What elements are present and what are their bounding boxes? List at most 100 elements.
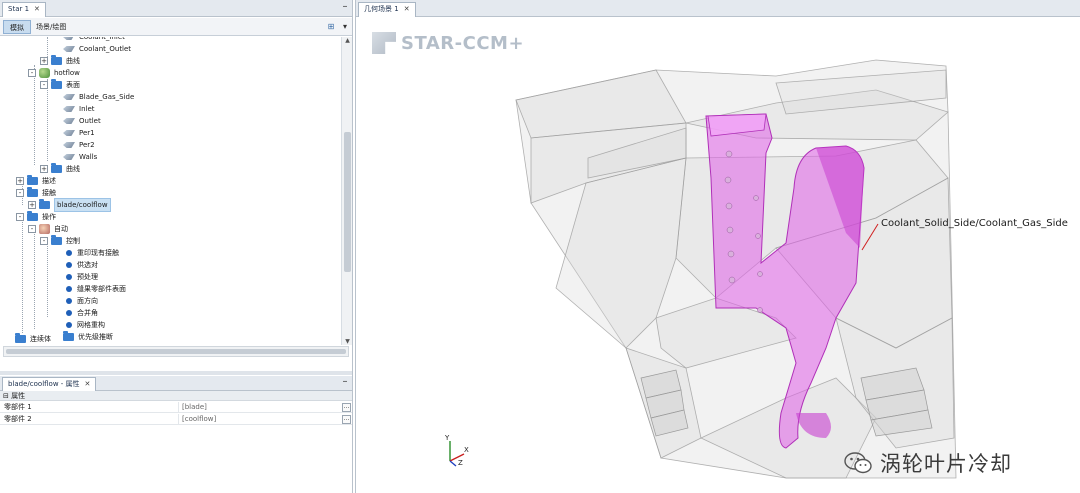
- collapse-icon[interactable]: -: [16, 189, 24, 197]
- tree-item[interactable]: 连续体: [4, 333, 51, 343]
- collapse-icon[interactable]: -: [40, 237, 48, 245]
- minimize-icon[interactable]: –: [339, 1, 351, 15]
- scrollbar-thumb[interactable]: [344, 132, 351, 272]
- subtab-simulation[interactable]: 模拟: [3, 20, 31, 34]
- tree-item-label: 预处理: [77, 273, 98, 281]
- ellipsis-button[interactable]: …: [342, 415, 351, 424]
- tree-item[interactable]: 网格重构: [52, 319, 105, 331]
- properties-section[interactable]: ⊟ 属性: [0, 391, 352, 401]
- folder-icon: [51, 163, 62, 173]
- tree-item[interactable]: 面方向: [52, 295, 98, 307]
- tree-item-label: 网格重构: [77, 321, 105, 329]
- expand-icon[interactable]: +: [16, 177, 24, 185]
- section-label: 属性: [11, 392, 26, 400]
- ellipsis-button[interactable]: …: [342, 403, 351, 412]
- tree-item-label: Per1: [79, 129, 95, 137]
- watermark: 涡轮叶片冷却: [844, 448, 1012, 478]
- tree-item[interactable]: Per2: [52, 139, 95, 151]
- surface-icon: [63, 142, 75, 148]
- tree-item-label: 连续体: [30, 335, 51, 343]
- tree-item-label: 面方向: [77, 297, 98, 305]
- tab-star1[interactable]: Star 1 ✕: [2, 2, 46, 17]
- tree-item[interactable]: - hotflow: [28, 67, 80, 79]
- surface-icon: [63, 106, 75, 112]
- collapse-icon[interactable]: -: [40, 81, 48, 89]
- tree-item-label: blade/coolflow: [54, 198, 111, 212]
- expand-icon[interactable]: +: [40, 165, 48, 173]
- axis-y-label: Y: [444, 434, 450, 442]
- tree-view-icon[interactable]: ⊞: [324, 20, 338, 34]
- folder-icon: [51, 55, 62, 65]
- property-value[interactable]: [coolflow]: [178, 414, 341, 425]
- simulation-tree: Coolant_Inlet Coolant_Outlet + 曲线 - hotflow - 表…: [0, 37, 340, 343]
- close-icon[interactable]: ✕: [85, 380, 91, 388]
- properties-panel: blade/coolflow - 属性 ✕ – ⊟ 属性 零部件 1 [blade…: [0, 376, 352, 493]
- tree-item[interactable]: + 曲线: [40, 55, 80, 67]
- tree-item[interactable]: Blade_Gas_Side: [52, 91, 134, 103]
- tree-item-label: 供选对: [77, 261, 98, 269]
- pane-tabstrip: Star 1 ✕ –: [0, 0, 352, 17]
- tree-item[interactable]: - 控制: [40, 235, 80, 247]
- collapse-icon[interactable]: -: [28, 225, 36, 233]
- surface-icon: [63, 154, 75, 160]
- tree-item[interactable]: + 描述: [16, 175, 56, 187]
- folder-icon: [15, 333, 26, 343]
- tree-item-label: Per2: [79, 141, 95, 149]
- tree-item[interactable]: + 曲线: [40, 163, 80, 175]
- axis-x-label: X: [464, 446, 469, 454]
- tree-item[interactable]: - 自动: [28, 223, 68, 235]
- tree-item[interactable]: 预处理: [52, 271, 98, 283]
- tab-geometry-scene[interactable]: 几何场景 1 ✕: [358, 2, 416, 17]
- tree-item-label: 表面: [66, 81, 80, 89]
- tree-horizontal-scrollbar[interactable]: [3, 346, 349, 357]
- tree-item[interactable]: 重印现有接触: [52, 247, 119, 259]
- pane-splitter[interactable]: [0, 371, 352, 375]
- tree-item[interactable]: 供选对: [52, 259, 98, 271]
- 3d-viewport[interactable]: STAR-CCM+ Coolant_Solid_Side/Coolant_Gas…: [356, 18, 1080, 493]
- expand-icon[interactable]: +: [28, 201, 36, 209]
- tree-item[interactable]: Coolant_Outlet: [52, 43, 131, 55]
- close-icon[interactable]: ✕: [404, 5, 410, 13]
- tree-item-label: Blade_Gas_Side: [79, 93, 135, 101]
- tree-item-label: 合并角: [77, 309, 98, 317]
- dropdown-icon[interactable]: ▾: [338, 20, 352, 34]
- operation-icon: [39, 224, 50, 234]
- collapse-icon[interactable]: -: [28, 69, 36, 77]
- tree-item-label: 曲线: [66, 57, 80, 65]
- tree-item[interactable]: Outlet: [52, 115, 101, 127]
- tree-item[interactable]: - 表面: [40, 79, 80, 91]
- expand-icon[interactable]: +: [40, 57, 48, 65]
- tree-item[interactable]: Per1: [52, 127, 95, 139]
- tree-item[interactable]: - 操作: [16, 211, 56, 223]
- tree-item-label: 自动: [54, 225, 68, 233]
- tree-item[interactable]: - 接触: [16, 187, 56, 199]
- property-key: 零部件 2: [4, 415, 32, 423]
- subtab-bar: 模拟 场景/绘图 ⊞ ▾: [0, 18, 352, 36]
- minimize-icon[interactable]: –: [339, 376, 351, 390]
- tree-item[interactable]: Walls: [52, 151, 97, 163]
- collapse-icon[interactable]: -: [16, 213, 24, 221]
- tab-properties[interactable]: blade/coolflow - 属性 ✕: [2, 377, 97, 391]
- subtab-scenes[interactable]: 场景/绘图: [30, 20, 72, 34]
- tree-item-label: 缝果零部件表面: [77, 285, 126, 293]
- tree-item-label: 重印现有接触: [77, 249, 119, 257]
- tree-item[interactable]: + blade/coolflow: [28, 198, 111, 212]
- property-row[interactable]: 零部件 2 [coolflow] …: [0, 414, 352, 425]
- tree-item[interactable]: Inlet: [52, 103, 95, 115]
- axis-triad: Y X Z: [444, 434, 469, 467]
- tree-item-label: 控制: [66, 237, 80, 245]
- close-icon[interactable]: ✕: [34, 5, 40, 13]
- tree-item[interactable]: 缝果零部件表面: [52, 283, 126, 295]
- geometry-render: [515, 59, 957, 479]
- tree-item-label: Inlet: [79, 105, 95, 113]
- wechat-icon: [844, 452, 872, 474]
- scene-pane: 几何场景 1 ✕ STAR-CCM+ Coolant_Solid_Side/Co…: [355, 0, 1080, 493]
- folder-icon: [27, 175, 38, 185]
- tree-item[interactable]: 优先级推断: [52, 331, 113, 343]
- property-value[interactable]: [blade]: [178, 402, 341, 413]
- tree-scrollbar[interactable]: ▲ ▼: [341, 37, 352, 345]
- folder-icon: [27, 211, 38, 221]
- property-row[interactable]: 零部件 1 [blade] …: [0, 402, 352, 413]
- region-icon: [39, 68, 50, 78]
- tree-item[interactable]: 合并角: [52, 307, 98, 319]
